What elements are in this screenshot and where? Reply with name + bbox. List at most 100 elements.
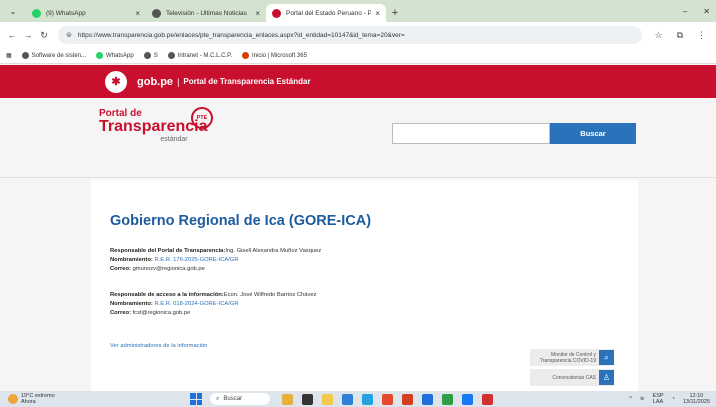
- email-label: Correo:: [110, 266, 131, 272]
- person-icon: ♙: [599, 370, 614, 385]
- taskbar-app-icon[interactable]: [482, 393, 493, 405]
- window-controls: – ✕: [683, 0, 716, 22]
- monitor-line2: Transparencia COVID-19: [539, 357, 596, 364]
- monitor-label: Monitor de Control y Transparencia COVID…: [540, 352, 599, 364]
- bookmarks-bar: ▦ Software de sisten... WhatsApp S Intra…: [0, 48, 716, 64]
- convocatorias-label: Convocatorias CAS: [552, 374, 596, 381]
- browser-tab-strip: ⌄ (9) WhatsApp × Televisión - Últimas No…: [0, 0, 716, 22]
- windows-start-icon[interactable]: [190, 393, 202, 405]
- taskbar-app-icon[interactable]: [462, 393, 473, 405]
- taskbar-app-icon[interactable]: [302, 393, 313, 405]
- language-indicator[interactable]: ESP LAA: [653, 393, 664, 405]
- globe-icon: [21, 52, 29, 59]
- bookmark-item[interactable]: Intranet - M.C.L.C.P.: [167, 52, 232, 59]
- taskbar-app-icon[interactable]: [342, 393, 353, 405]
- globe-icon: [167, 52, 175, 59]
- search-input[interactable]: [392, 123, 550, 144]
- close-tab-icon[interactable]: ×: [135, 9, 140, 18]
- taskbar-app-icon[interactable]: [362, 393, 373, 405]
- system-tray: ^ ≋ ESP LAA ◔ 12:10 13/11/2025: [629, 393, 716, 405]
- taskbar-app-icon[interactable]: [322, 393, 333, 405]
- url-bar[interactable]: ⊜ https://www.transparencia.gob.pe/enlac…: [58, 26, 643, 44]
- taskbar-search[interactable]: ⌕ Buscar: [210, 393, 270, 405]
- gob-separator: |: [177, 76, 180, 87]
- responsible-portal-value: Ing. Gisell Alexandra Muñoz Vasquez: [225, 248, 322, 254]
- pte-magnifier-icon: PTE: [191, 107, 213, 129]
- portal-header: Portal de Transparencia estándar PTE Bus…: [0, 98, 716, 178]
- whatsapp-icon: [96, 52, 104, 59]
- taskbar-app-icon[interactable]: [442, 393, 453, 405]
- wifi-icon[interactable]: ◔: [672, 396, 675, 402]
- bookmark-label: Intranet - M.C.L.C.P.: [177, 52, 232, 59]
- weather-sun-icon: [8, 394, 18, 404]
- taskbar-app-icon[interactable]: [422, 393, 433, 405]
- admins-link[interactable]: Ver administradores de la información: [110, 343, 207, 349]
- email-label: Correo:: [110, 310, 131, 316]
- microsoft-icon: [242, 52, 249, 59]
- lang-line2: LAA: [652, 399, 664, 405]
- whatsapp-favicon-icon: [32, 8, 41, 18]
- close-tab-icon[interactable]: ×: [255, 9, 260, 18]
- monitor-covid-widget[interactable]: Monitor de Control y Transparencia COVID…: [530, 349, 614, 366]
- email-value: gmunozv@regionica.gob.pe: [132, 266, 205, 272]
- peru-shield-icon[interactable]: ✱: [105, 70, 127, 93]
- gob-header-bar: ✱ gob.pe | Portal de Transparencia Están…: [0, 65, 716, 98]
- address-row: ← → ↻ ⊜ https://www.transparencia.gob.pe…: [0, 22, 716, 48]
- close-window-icon[interactable]: ✕: [703, 7, 710, 16]
- logo-line3: estándar: [160, 136, 188, 143]
- clock-date: 13/11/2025: [682, 399, 710, 405]
- tab-search-icon[interactable]: ⌄: [0, 0, 26, 22]
- web-page: ✱ gob.pe | Portal de Transparencia Están…: [0, 65, 716, 391]
- tab-television[interactable]: Televisión - Últimas Noticias ×: [146, 4, 266, 22]
- site-search: Buscar: [392, 123, 636, 144]
- clock[interactable]: 12:10 13/11/2025: [683, 393, 710, 405]
- back-icon[interactable]: ←: [4, 30, 20, 40]
- tab-portal-estado[interactable]: Portal del Estado Peruano - Po ×: [266, 4, 386, 22]
- weather-line2: Ahora: [21, 399, 36, 405]
- bookmark-item[interactable]: WhatsApp: [96, 52, 134, 59]
- taskbar-app-icon[interactable]: [382, 393, 393, 405]
- gob-subtitle: Portal de Transparencia Estándar: [183, 77, 311, 86]
- forward-icon[interactable]: →: [20, 30, 36, 40]
- gob-brand[interactable]: gob.pe: [137, 76, 173, 88]
- email-value: fcst@regionica.gob.pe: [132, 310, 191, 316]
- bookmark-label: S: [153, 52, 158, 59]
- tab-title: Televisión - Últimas Noticias: [166, 9, 247, 17]
- bookmark-label: WhatsApp: [106, 52, 134, 59]
- bookmark-item[interactable]: Inicio | Microsoft 365: [242, 52, 307, 59]
- extensions-icon[interactable]: ⧉: [677, 30, 683, 41]
- television-favicon-icon: [152, 8, 161, 18]
- bookmark-star-icon[interactable]: ☆: [654, 30, 662, 41]
- bookmark-label: Inicio | Microsoft 365: [252, 52, 307, 59]
- convocatorias-widget[interactable]: Convocatorias CAS ♙: [530, 369, 614, 386]
- appointment-link[interactable]: R.E.R. 018-2024-GORE-ICA/GR: [154, 301, 238, 307]
- bookmark-item[interactable]: Software de sisten...: [21, 52, 86, 59]
- peru-favicon-icon: [272, 8, 281, 18]
- tray-chevron-icon[interactable]: ^: [629, 396, 632, 402]
- responsible-portal-label: Responsable del Portal de Transparencia:: [110, 248, 226, 254]
- apps-grid-icon[interactable]: ▦: [6, 52, 12, 59]
- appointment-link[interactable]: R.E.R. 176-2025-GORE-ICA/GR: [154, 257, 238, 263]
- magnifier-icon: ⌕: [599, 350, 614, 365]
- minimize-icon[interactable]: –: [683, 7, 687, 16]
- search-button[interactable]: Buscar: [550, 123, 636, 144]
- tab-whatsapp[interactable]: (9) WhatsApp ×: [26, 4, 146, 22]
- appointment-label: Nombramiento:: [110, 301, 153, 307]
- entity-title: Gobierno Regional de Ica (GORE-ICA): [110, 213, 372, 229]
- taskbar-app-icon[interactable]: [402, 393, 413, 405]
- windows-taskbar: 19°C extremo Ahora ⌕ Buscar ^ ≋ ESP LAA …: [0, 391, 716, 407]
- new-tab-button[interactable]: +: [386, 4, 404, 22]
- close-tab-icon[interactable]: ×: [375, 9, 380, 18]
- weather-widget[interactable]: 19°C extremo Ahora: [0, 393, 190, 405]
- reload-icon[interactable]: ↻: [36, 30, 52, 41]
- site-info-icon[interactable]: ⊜: [66, 31, 72, 39]
- menu-icon[interactable]: ⋮: [697, 30, 706, 41]
- toolbar-icons: ☆ ⧉ ⋮: [648, 30, 712, 41]
- responsible-access-label: Responsable de acceso a la información:: [110, 292, 224, 298]
- appointment-label: Nombramiento:: [110, 257, 153, 263]
- bookmark-item[interactable]: S: [143, 52, 158, 59]
- taskbar-apps: [282, 393, 493, 405]
- responsible-access-value: Econ. José Wilfredo Barrios Chávez: [223, 292, 317, 298]
- network-icon[interactable]: ≋: [640, 396, 645, 402]
- taskbar-app-icon[interactable]: [282, 393, 293, 405]
